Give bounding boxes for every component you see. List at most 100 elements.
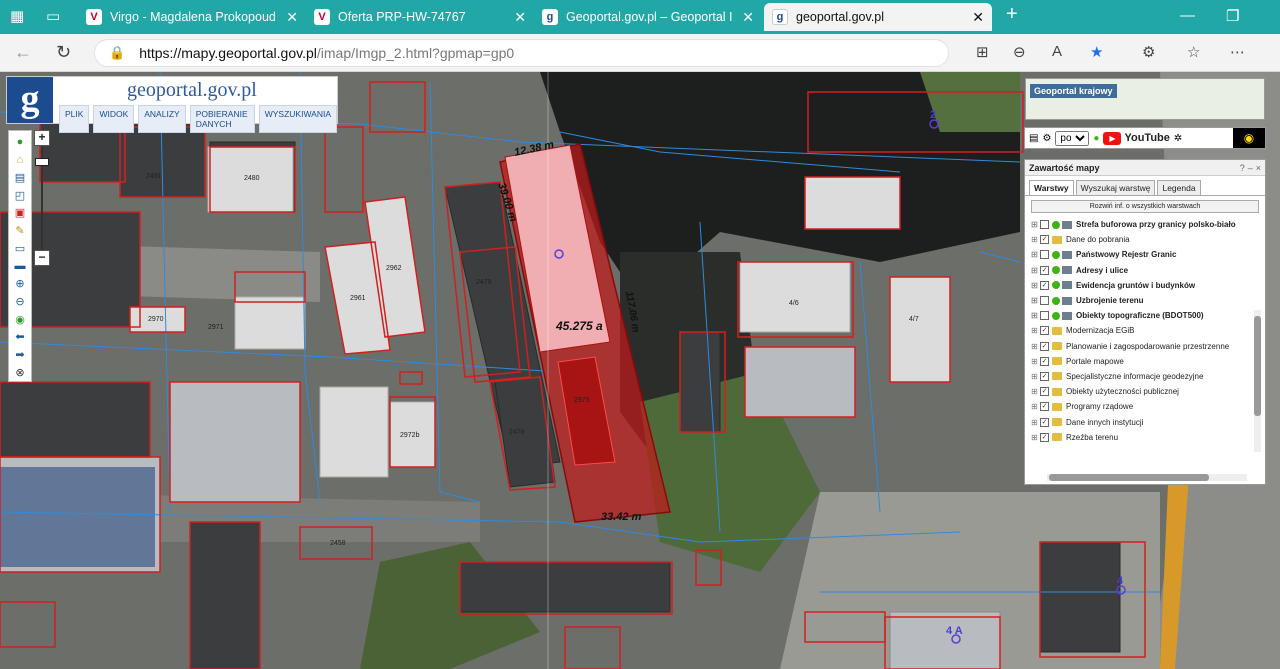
- expand-icon[interactable]: ⊞: [1031, 402, 1040, 411]
- help-icon[interactable]: ?: [1240, 163, 1245, 173]
- new-tab-icon[interactable]: +: [1006, 3, 1018, 26]
- expand-icon[interactable]: ⊞: [1031, 372, 1040, 381]
- expand-icon[interactable]: ⊞: [1031, 418, 1040, 427]
- zoom-out-icon[interactable]: ⊖: [11, 293, 29, 310]
- layer-row[interactable]: ⊞ Państwowy Rejestr Granic: [1025, 247, 1265, 262]
- layer-row[interactable]: ⊞ ✓ Obiekty użyteczności publicznej: [1025, 384, 1265, 399]
- clear-icon[interactable]: ⊗: [11, 364, 29, 381]
- geoportal-logo[interactable]: g: [7, 77, 53, 123]
- print-icon[interactable]: ▤: [1029, 133, 1038, 144]
- menu-pobieranie-danych[interactable]: POBIERANIE DANYCH: [189, 105, 255, 133]
- horizontal-scrollbar[interactable]: [1047, 474, 1247, 481]
- url-field[interactable]: 🔒 https://mapy.geoportal.gov.pl/imap/Img…: [94, 39, 949, 67]
- overview-map[interactable]: Geoportal krajowy: [1025, 78, 1265, 120]
- restore-icon[interactable]: ❐: [1226, 7, 1239, 25]
- expand-icon[interactable]: ⊞: [1031, 235, 1040, 244]
- accessibility-icon[interactable]: ✲: [1174, 133, 1182, 144]
- layer-row[interactable]: ⊞ ✓ Planowanie i zagospodarowanie przestrz…: [1025, 339, 1265, 354]
- tab-geoportal-map[interactable]: g geoportal.gov.pl ✕: [764, 3, 992, 31]
- youtube-link[interactable]: ▶ YouTube: [1103, 131, 1170, 145]
- expand-all-button[interactable]: Rozwiń inf. o wszystkich warstwach: [1031, 200, 1259, 213]
- reader-icon[interactable]: ⊞: [976, 43, 989, 61]
- next-view-icon[interactable]: ➡: [11, 346, 29, 363]
- select-icon[interactable]: ◰: [11, 187, 29, 204]
- layer-row[interactable]: ⊞ ✓ Rzeźba terenu: [1025, 430, 1265, 445]
- close-icon[interactable]: ✕: [286, 9, 298, 26]
- layer-row[interactable]: ⊞ Strefa buforowa przy granicy polsko-bia…: [1025, 217, 1265, 232]
- layer-row[interactable]: ⊞ ✓ Modernizacja EGiB: [1025, 323, 1265, 338]
- expand-icon[interactable]: ⊞: [1031, 342, 1040, 351]
- menu-wyszukiwania[interactable]: WYSZUKIWANIA: [258, 105, 337, 133]
- minimize-icon[interactable]: —: [1180, 7, 1195, 24]
- back-icon[interactable]: ←: [14, 42, 32, 63]
- expand-icon[interactable]: ⊞: [1031, 311, 1040, 320]
- zoom-out-icon[interactable]: ⊖: [1013, 43, 1026, 61]
- layer-checkbox[interactable]: [1040, 311, 1049, 321]
- expand-icon[interactable]: ⊞: [1031, 433, 1040, 442]
- expand-icon[interactable]: ⊞: [1031, 326, 1040, 335]
- close-icon[interactable]: ✕: [514, 9, 526, 26]
- globe-icon[interactable]: ◉: [11, 311, 29, 328]
- expand-icon[interactable]: ⊞: [1031, 387, 1040, 396]
- menu-plik[interactable]: PLIK: [59, 105, 90, 133]
- high-contrast-icon[interactable]: ◉: [1233, 128, 1265, 148]
- favorites-icon[interactable]: ☆: [1187, 43, 1200, 61]
- reload-icon[interactable]: ↻: [56, 42, 71, 63]
- zoom-in-icon[interactable]: ⊕: [11, 275, 29, 292]
- zoom-minus-button[interactable]: −: [34, 250, 50, 266]
- remove-selection-icon[interactable]: ▣: [11, 204, 29, 221]
- settings-icon[interactable]: ⚙: [1042, 133, 1051, 144]
- zoom-slider[interactable]: + −: [34, 130, 50, 266]
- layer-row[interactable]: ⊞ Uzbrojenie terenu: [1025, 293, 1265, 308]
- layer-row[interactable]: ⊞ ✓ Programy rządowe: [1025, 399, 1265, 414]
- layer-row[interactable]: ⊞ ✓ Specjalistyczne informacje geodezyjne: [1025, 369, 1265, 384]
- tab-warstwy[interactable]: Warstwy: [1029, 180, 1074, 195]
- layer-checkbox[interactable]: ✓: [1040, 387, 1049, 397]
- layer-row[interactable]: ⊞ ✓ Dane innych instytucji: [1025, 414, 1265, 429]
- layer-checkbox[interactable]: ✓: [1040, 341, 1049, 351]
- layer-row[interactable]: ⊞ ✓ Adresy i ulice: [1025, 263, 1265, 278]
- close-icon[interactable]: ✕: [972, 9, 984, 26]
- language-select[interactable]: pol: [1055, 130, 1090, 146]
- more-icon[interactable]: ⋯: [1230, 43, 1245, 61]
- read-aloud-icon[interactable]: A: [1052, 43, 1062, 60]
- layer-checkbox[interactable]: ✓: [1040, 371, 1049, 381]
- expand-icon[interactable]: ⊞: [1031, 266, 1040, 275]
- pencil-icon[interactable]: ✎: [11, 222, 29, 239]
- menu-analizy[interactable]: ANALIZY: [138, 105, 186, 133]
- layer-checkbox[interactable]: ✓: [1040, 417, 1049, 427]
- tab-virgo[interactable]: V Virgo - Magdalena Prokopoudi ✕: [78, 3, 306, 31]
- legend-icon[interactable]: ▤: [11, 169, 29, 186]
- zoom-thumb[interactable]: [35, 158, 49, 166]
- extensions-icon[interactable]: ⚙: [1142, 43, 1155, 61]
- map-canvas[interactable]: 2481 2479 2480 2478 2970 2962 2961 2971 …: [0, 72, 1280, 669]
- layer-row[interactable]: ⊞ ✓ Portale mapowe: [1025, 354, 1265, 369]
- layer-checkbox[interactable]: [1040, 220, 1049, 230]
- layer-row[interactable]: ⊞ ✓ Dane do pobrania: [1025, 232, 1265, 247]
- close-icon[interactable]: ✕: [742, 9, 754, 26]
- expand-icon[interactable]: ⊞: [1031, 250, 1040, 259]
- tab-legenda[interactable]: Legenda: [1157, 180, 1201, 195]
- zoom-plus-button[interactable]: +: [34, 130, 50, 146]
- expand-icon[interactable]: ⊞: [1031, 281, 1040, 290]
- layer-checkbox[interactable]: ✓: [1040, 356, 1049, 366]
- vertical-scrollbar[interactable]: [1254, 310, 1261, 452]
- layer-checkbox[interactable]: ✓: [1040, 235, 1049, 245]
- menu-widok[interactable]: WIDOK: [93, 105, 135, 133]
- layer-checkbox[interactable]: ✓: [1040, 265, 1049, 275]
- expand-icon[interactable]: ⊞: [1031, 220, 1040, 229]
- minimize-icon[interactable]: –: [1248, 163, 1253, 173]
- tab-offer[interactable]: V Oferta PRP-HW-74767 ✕: [306, 3, 534, 31]
- layer-checkbox[interactable]: ✓: [1040, 402, 1049, 412]
- home-icon[interactable]: ⌂: [11, 151, 29, 168]
- layer-row[interactable]: ⊞ Obiekty topograficzne (BDOT500): [1025, 308, 1265, 323]
- expand-icon[interactable]: ⊞: [1031, 357, 1040, 366]
- layer-checkbox[interactable]: [1040, 250, 1049, 260]
- tab-actions-icon[interactable]: ▭: [46, 7, 60, 25]
- tab-geoportal-info[interactable]: g Geoportal.gov.pl – Geoportal Infr ✕: [534, 3, 762, 31]
- expand-icon[interactable]: ⊞: [1031, 296, 1040, 305]
- layer-checkbox[interactable]: [1040, 296, 1049, 306]
- measure-icon[interactable]: ▭: [11, 240, 29, 257]
- info-icon[interactable]: ●: [11, 134, 29, 151]
- layer-row[interactable]: ⊞ ✓ Ewidencja gruntów i budynków: [1025, 278, 1265, 293]
